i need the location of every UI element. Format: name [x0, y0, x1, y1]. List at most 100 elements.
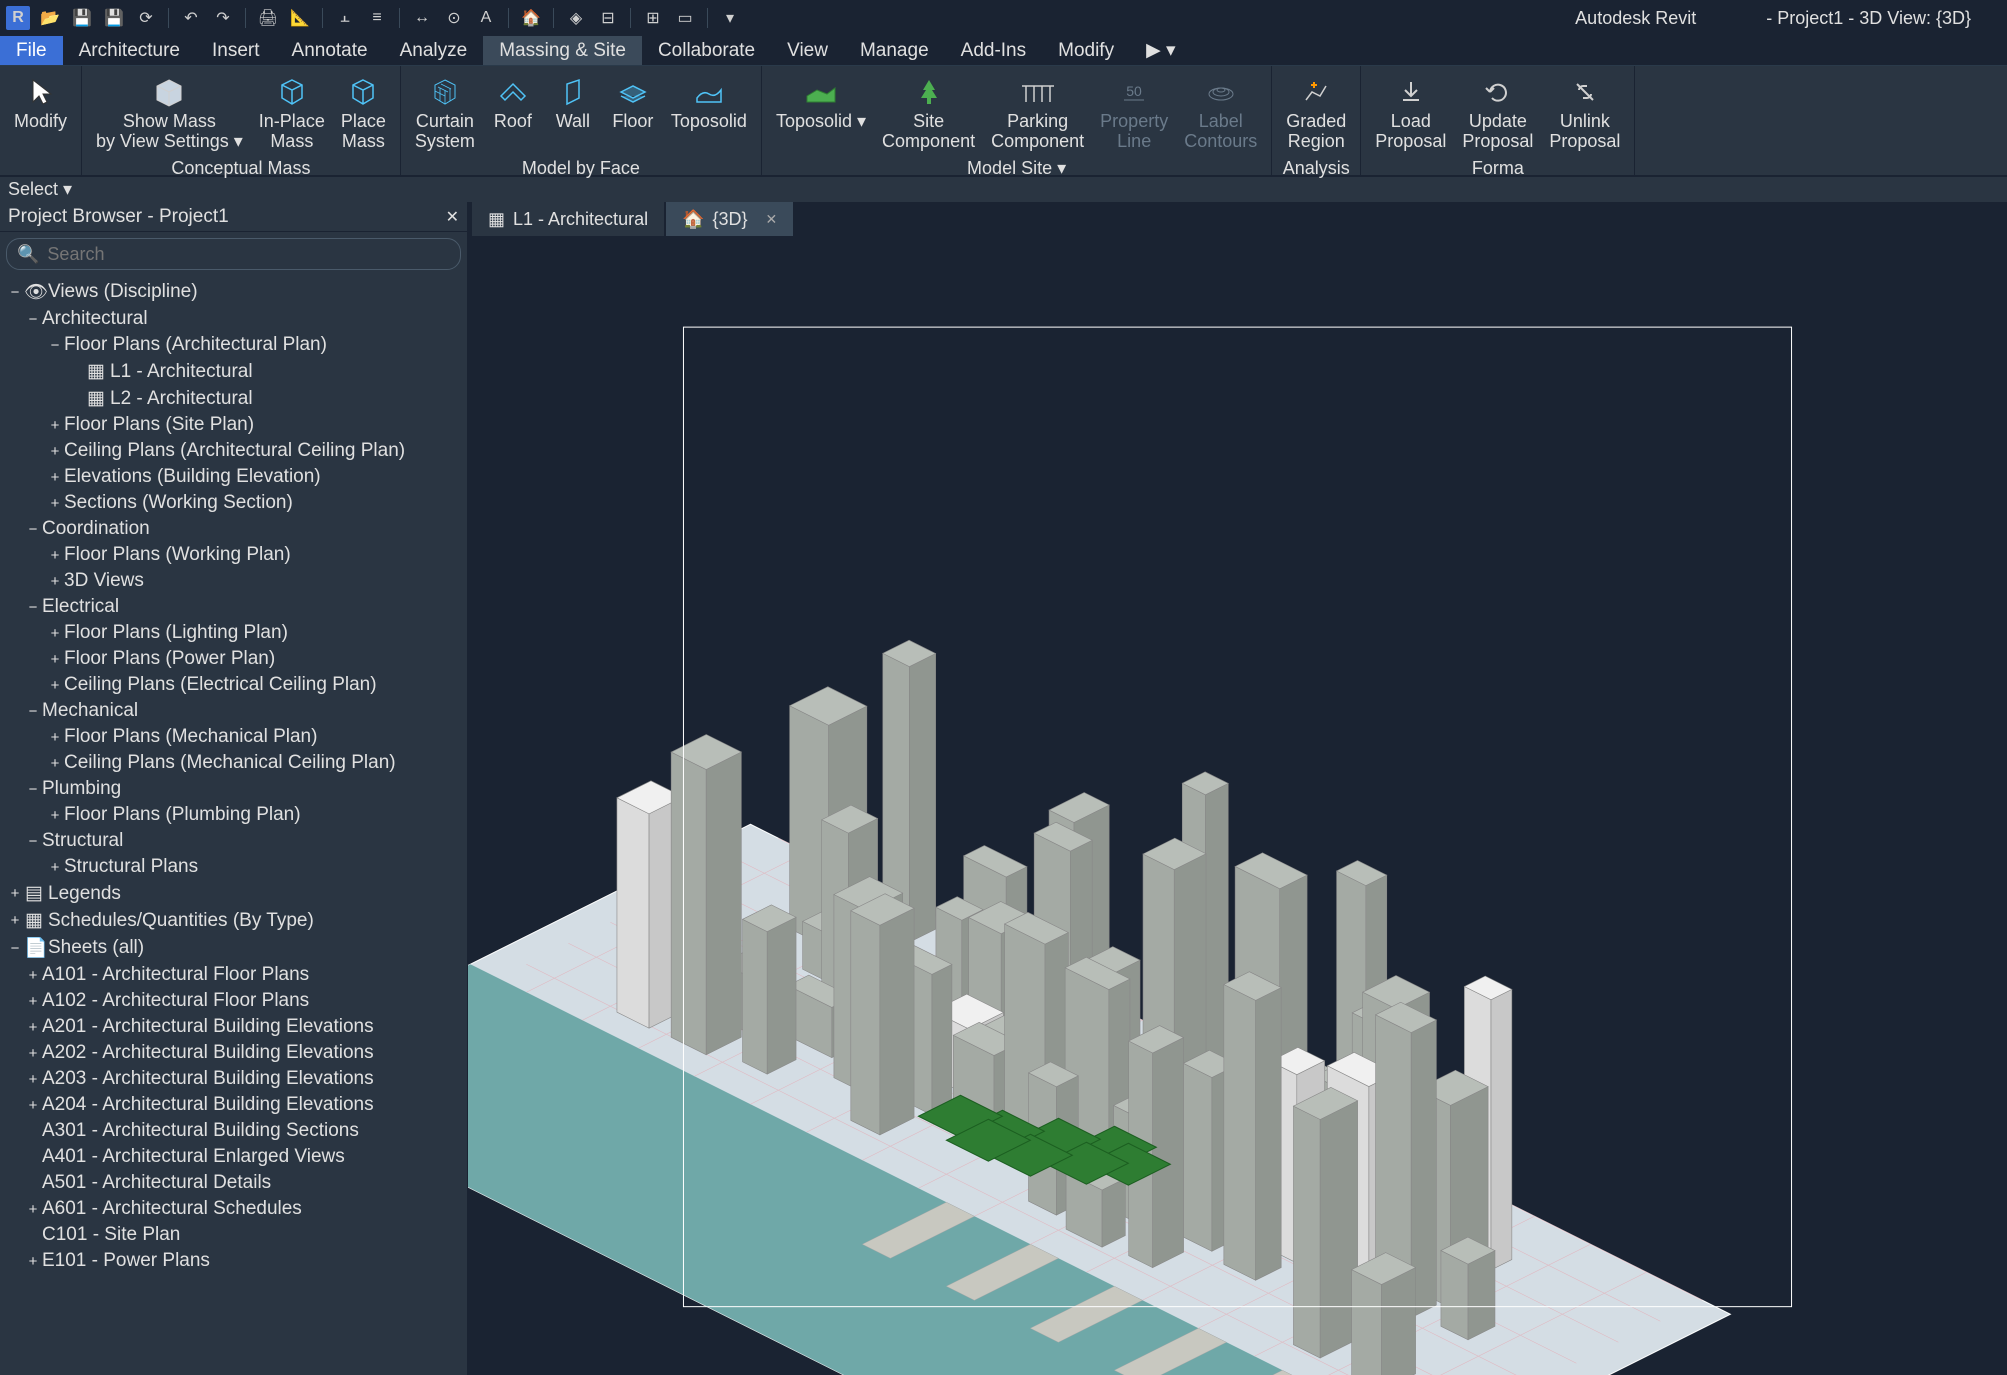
- print-icon[interactable]: 🖨: [256, 6, 280, 30]
- tab-file[interactable]: File: [0, 36, 63, 65]
- tab-collaborate[interactable]: Collaborate: [642, 36, 771, 65]
- search-input[interactable]: [47, 244, 450, 265]
- close-tab-button[interactable]: ✕: [766, 211, 778, 228]
- tree-item[interactable]: +Floor Plans (Mechanical Plan): [0, 724, 467, 750]
- expand-toggle[interactable]: +: [46, 807, 64, 824]
- expand-toggle[interactable]: +: [46, 859, 64, 876]
- search-box[interactable]: 🔍: [6, 238, 461, 270]
- tree-item[interactable]: A501 - Architectural Details: [0, 1170, 467, 1196]
- expand-toggle[interactable]: +: [24, 1045, 42, 1062]
- switch-windows-icon[interactable]: ▭: [673, 6, 697, 30]
- tree-item[interactable]: −Architectural: [0, 306, 467, 332]
- redo-icon[interactable]: ↷: [211, 6, 235, 30]
- 3d-icon[interactable]: ◈: [564, 6, 588, 30]
- expand-toggle[interactable]: +: [46, 755, 64, 772]
- tree-item[interactable]: +A203 - Architectural Building Elevation…: [0, 1066, 467, 1092]
- expand-toggle[interactable]: +: [6, 912, 24, 929]
- expand-toggle[interactable]: +: [46, 573, 64, 590]
- tab-annotate[interactable]: Annotate: [276, 36, 384, 65]
- tree-item[interactable]: +Elevations (Building Elevation): [0, 464, 467, 490]
- toposolid-button[interactable]: Toposolid: [665, 70, 753, 136]
- tree-item[interactable]: +E101 - Power Plans: [0, 1248, 467, 1274]
- curtain-system-button[interactable]: CurtainSystem: [409, 70, 481, 156]
- expand-toggle[interactable]: −: [24, 521, 42, 538]
- tab-architecture[interactable]: Architecture: [63, 36, 196, 65]
- tree-item[interactable]: −👁Views (Discipline): [0, 278, 467, 306]
- app-logo[interactable]: R: [6, 6, 30, 30]
- expand-toggle[interactable]: +: [46, 417, 64, 434]
- modify-button[interactable]: Modify: [8, 70, 73, 136]
- tree-item[interactable]: +A204 - Architectural Building Elevation…: [0, 1092, 467, 1118]
- expand-toggle[interactable]: +: [46, 625, 64, 642]
- tree-item[interactable]: +A101 - Architectural Floor Plans: [0, 962, 467, 988]
- expand-toggle[interactable]: +: [46, 469, 64, 486]
- expand-toggle[interactable]: +: [24, 993, 42, 1010]
- open-icon[interactable]: 📂: [38, 6, 62, 30]
- expand-toggle[interactable]: +: [46, 729, 64, 746]
- expand-toggle[interactable]: −: [24, 599, 42, 616]
- tree-item[interactable]: −Mechanical: [0, 698, 467, 724]
- inplace-mass-button[interactable]: In-PlaceMass: [253, 70, 331, 156]
- play-menu[interactable]: ▶ ▾: [1130, 36, 1191, 65]
- expand-toggle[interactable]: +: [24, 1097, 42, 1114]
- expand-toggle[interactable]: −: [24, 311, 42, 328]
- tree-item[interactable]: −Electrical: [0, 594, 467, 620]
- expand-toggle[interactable]: +: [46, 651, 64, 668]
- select-dropdown[interactable]: Select ▾: [8, 179, 72, 200]
- tree-item[interactable]: C101 - Site Plan: [0, 1222, 467, 1248]
- close-panel-button[interactable]: ✕: [446, 207, 459, 227]
- close-views-icon[interactable]: ⊞: [641, 6, 665, 30]
- measure-icon[interactable]: 📐: [288, 6, 312, 30]
- expand-toggle[interactable]: −: [24, 703, 42, 720]
- tree-item[interactable]: A301 - Architectural Building Sections: [0, 1118, 467, 1144]
- undo-icon[interactable]: ↶: [179, 6, 203, 30]
- tab-manage[interactable]: Manage: [844, 36, 945, 65]
- home-icon[interactable]: 🏠: [519, 6, 543, 30]
- 3d-canvas[interactable]: [468, 236, 2007, 1375]
- graded-region-button[interactable]: GradedRegion: [1280, 70, 1352, 156]
- dimension-icon[interactable]: ↔: [410, 6, 434, 30]
- tab-modify[interactable]: Modify: [1042, 36, 1130, 65]
- wall-button[interactable]: Wall: [545, 70, 601, 136]
- tab-view[interactable]: View: [771, 36, 844, 65]
- thin-lines-icon[interactable]: ≡: [365, 6, 389, 30]
- expand-toggle[interactable]: +: [46, 677, 64, 694]
- expand-toggle[interactable]: +: [46, 495, 64, 512]
- floor-button[interactable]: Floor: [605, 70, 661, 136]
- tab-analyze[interactable]: Analyze: [384, 36, 484, 65]
- tree-item[interactable]: −Plumbing: [0, 776, 467, 802]
- tree-item[interactable]: +Floor Plans (Working Plan): [0, 542, 467, 568]
- update-proposal-button[interactable]: UpdateProposal: [1456, 70, 1539, 156]
- expand-toggle[interactable]: −: [46, 337, 64, 354]
- load-proposal-button[interactable]: LoadProposal: [1369, 70, 1452, 156]
- expand-toggle[interactable]: +: [46, 443, 64, 460]
- save-icon[interactable]: 💾: [70, 6, 94, 30]
- tree-item[interactable]: +Ceiling Plans (Mechanical Ceiling Plan): [0, 750, 467, 776]
- tab-massing-site[interactable]: Massing & Site: [483, 36, 642, 65]
- expand-toggle[interactable]: +: [24, 1253, 42, 1270]
- tree-item[interactable]: −Coordination: [0, 516, 467, 542]
- tree-item[interactable]: +Floor Plans (Plumbing Plan): [0, 802, 467, 828]
- tree-item[interactable]: +Floor Plans (Power Plan): [0, 646, 467, 672]
- site-component-button[interactable]: SiteComponent: [876, 70, 981, 156]
- roof-button[interactable]: Roof: [485, 70, 541, 136]
- view-tab[interactable]: ▦L1 - Architectural: [472, 202, 664, 236]
- expand-toggle[interactable]: −: [24, 781, 42, 798]
- tree-item[interactable]: +▦Schedules/Quantities (By Type): [0, 907, 467, 934]
- tree-item[interactable]: +▤Legends: [0, 880, 467, 907]
- expand-toggle[interactable]: +: [24, 1071, 42, 1088]
- tree-item[interactable]: −Floor Plans (Architectural Plan): [0, 332, 467, 358]
- tree-item[interactable]: +A601 - Architectural Schedules: [0, 1196, 467, 1222]
- expand-toggle[interactable]: −: [24, 833, 42, 850]
- align-icon[interactable]: ⫠: [333, 6, 357, 30]
- tree-item[interactable]: +Structural Plans: [0, 854, 467, 880]
- tree-item[interactable]: +Ceiling Plans (Electrical Ceiling Plan): [0, 672, 467, 698]
- tree-item[interactable]: A401 - Architectural Enlarged Views: [0, 1144, 467, 1170]
- expand-toggle[interactable]: +: [46, 547, 64, 564]
- expand-toggle[interactable]: −: [6, 284, 24, 301]
- tree-item[interactable]: +Floor Plans (Lighting Plan): [0, 620, 467, 646]
- tree-item[interactable]: +Floor Plans (Site Plan): [0, 412, 467, 438]
- tree-item[interactable]: +A102 - Architectural Floor Plans: [0, 988, 467, 1014]
- tree-item[interactable]: −📄Sheets (all): [0, 934, 467, 962]
- tree-item[interactable]: −Structural: [0, 828, 467, 854]
